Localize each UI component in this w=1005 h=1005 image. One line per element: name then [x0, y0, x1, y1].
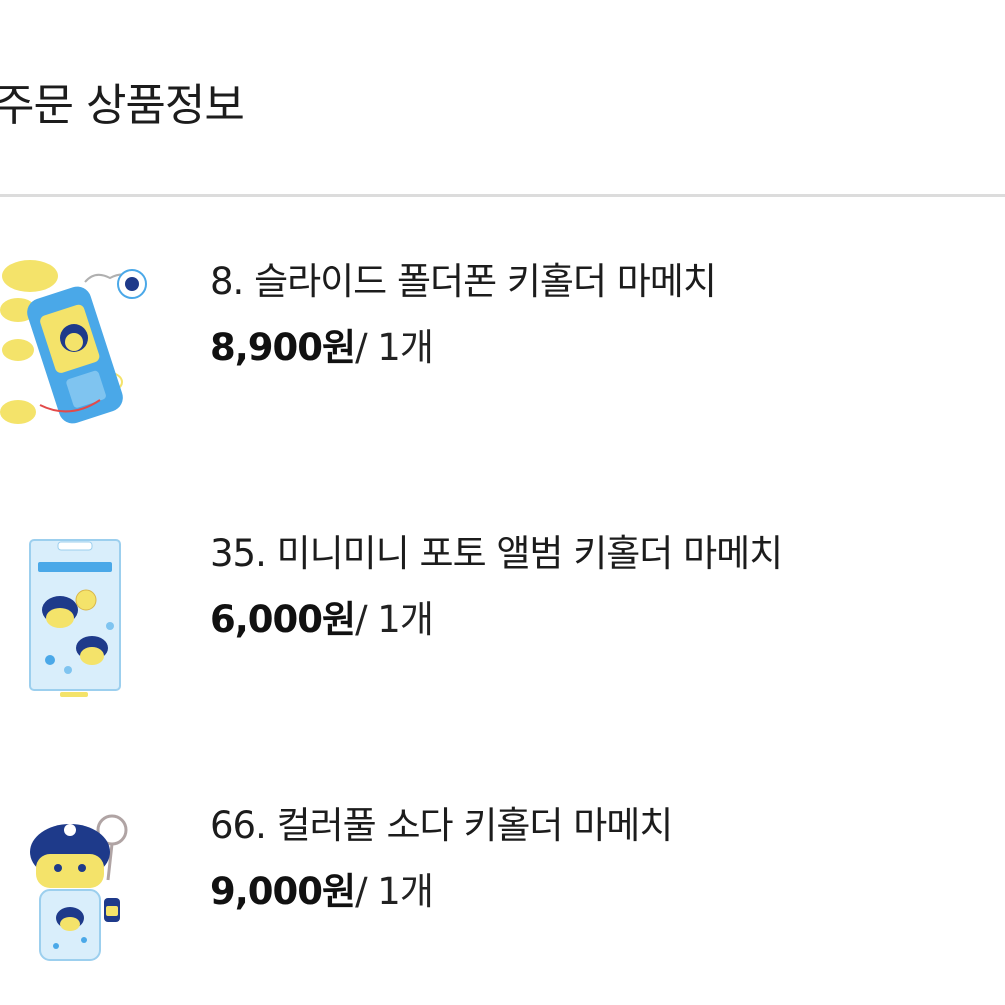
item-price: 6,000원	[210, 598, 356, 641]
item-price: 8,900원	[210, 326, 356, 369]
slide-folder-phone-keyholder-icon[interactable]	[0, 240, 150, 440]
item-quantity: / 1개	[355, 326, 434, 369]
item-name[interactable]: 35. 미니미니 포토 앨범 키홀더 마메치	[210, 533, 783, 575]
item-price-line: 9,000원/ 1개	[210, 870, 434, 913]
item-name[interactable]: 66. 컬러풀 소다 키홀더 마메치	[210, 805, 673, 847]
order-item[interactable]: 8. 슬라이드 폴더폰 키홀더 마메치 8,900원/ 1개	[0, 240, 1005, 440]
page-title: 주문 상품정보	[0, 80, 245, 131]
colorful-soda-keyholder-icon[interactable]	[0, 790, 150, 990]
item-price-line: 8,900원/ 1개	[210, 326, 434, 369]
item-name[interactable]: 8. 슬라이드 폴더폰 키홀더 마메치	[210, 261, 717, 303]
item-price: 9,000원	[210, 870, 356, 913]
order-item[interactable]: 66. 컬러풀 소다 키홀더 마메치 9,000원/ 1개	[0, 790, 1005, 990]
item-price-line: 6,000원/ 1개	[210, 598, 434, 641]
title-divider	[0, 194, 1005, 197]
item-quantity: / 1개	[355, 598, 434, 641]
order-item[interactable]: 35. 미니미니 포토 앨범 키홀더 마메치 6,000원/ 1개	[0, 520, 1005, 720]
mini-photo-album-keyholder-icon[interactable]	[0, 520, 150, 720]
item-quantity: / 1개	[355, 870, 434, 913]
